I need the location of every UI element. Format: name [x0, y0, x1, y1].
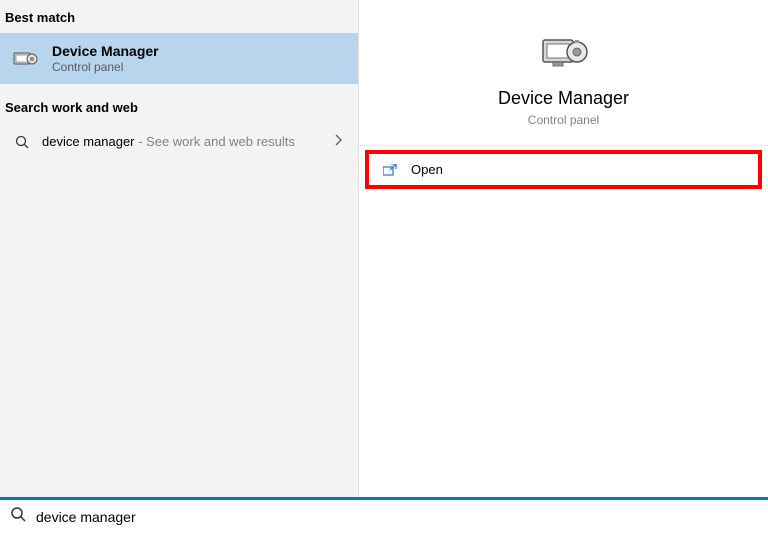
web-result-query: device manager [42, 134, 135, 149]
search-web-header: Search work and web [0, 90, 358, 123]
open-action[interactable]: Open [371, 155, 756, 184]
detail-header: Device Manager Control panel [359, 0, 768, 146]
best-match-header: Best match [0, 0, 358, 33]
best-match-subtitle: Control panel [52, 60, 159, 74]
chevron-right-icon[interactable] [334, 133, 342, 151]
search-icon [10, 506, 26, 527]
open-icon [381, 164, 399, 176]
web-result-text: device manager - See work and web result… [42, 133, 346, 151]
detail-panel: Device Manager Control panel Open [359, 0, 768, 497]
open-label: Open [411, 162, 443, 177]
detail-title: Device Manager [359, 88, 768, 109]
open-action-highlight: Open [365, 150, 762, 189]
web-result-suffix: - See work and web results [135, 134, 295, 149]
detail-subtitle: Control panel [359, 113, 768, 127]
search-bar[interactable] [0, 497, 768, 533]
search-results-panel: Best match Device Manager Control panel … [0, 0, 359, 497]
search-input[interactable] [36, 509, 758, 525]
best-match-title: Device Manager [52, 43, 159, 59]
device-manager-icon [12, 45, 40, 73]
best-match-result[interactable]: Device Manager Control panel [0, 33, 358, 84]
device-manager-icon [539, 30, 589, 74]
search-icon [12, 135, 32, 149]
web-search-result[interactable]: device manager - See work and web result… [0, 123, 358, 161]
